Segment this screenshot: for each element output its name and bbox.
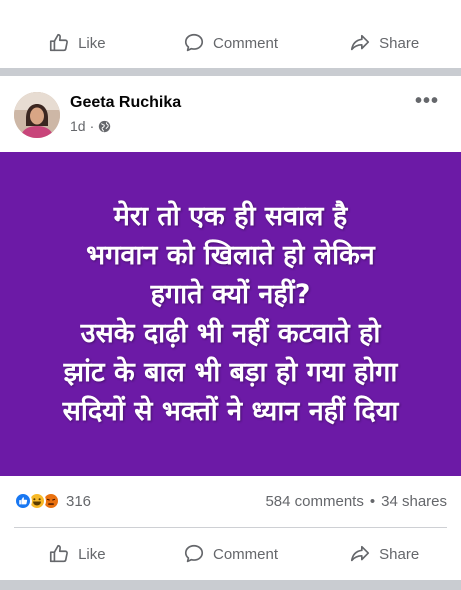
- post-action-bar: Like Comment Share: [0, 536, 461, 572]
- thumbs-up-icon: [49, 33, 68, 52]
- comment-icon: [184, 33, 204, 52]
- post-text-line: झांट के बाल भी बड़ा हो गया होगा: [63, 357, 398, 388]
- share-icon: [351, 545, 370, 562]
- feed-separator: [0, 580, 461, 590]
- post-stats: 316 584 comments • 34 shares: [0, 488, 461, 516]
- like-label: Like: [78, 34, 106, 52]
- more-options-button[interactable]: •••: [415, 90, 439, 113]
- post-text: मेरा तो एक ही सवाल है भगवान को खिलाते हो…: [63, 197, 399, 431]
- post-text-line: मेरा तो एक ही सवाल है: [113, 201, 348, 232]
- share-button[interactable]: Share: [307, 32, 461, 54]
- post-text-line: भगवान को खिलाते हो लेकिन: [86, 240, 375, 271]
- post-text-line: सदियों से भक्तों ने ध्यान नहीं दिया: [62, 396, 399, 427]
- share-label: Share: [379, 545, 420, 563]
- comment-label: Comment: [212, 34, 279, 52]
- reaction-count: 316: [66, 492, 92, 510]
- share-button[interactable]: Share: [307, 543, 461, 565]
- thumbs-up-icon: [49, 544, 68, 563]
- share-label: Share: [379, 34, 420, 52]
- author-name[interactable]: Geeta Ruchika: [70, 94, 181, 112]
- like-icon: [14, 492, 32, 510]
- profile-photo: [14, 92, 60, 138]
- post-text-card: मेरा तो एक ही सवाल है भगवान को खिलाते हो…: [0, 152, 461, 476]
- comment-button[interactable]: Comment: [154, 32, 308, 54]
- comments-count[interactable]: 584 comments: [265, 493, 363, 510]
- post-text-line: हगाते क्यों नहीं?: [150, 279, 311, 310]
- reactions-summary[interactable]: 316: [14, 492, 91, 510]
- post-text-line: उसके दाढ़ी भी नहीं कटवाते हो: [80, 318, 381, 349]
- post-header: Geeta Ruchika 1d · •••: [0, 78, 461, 152]
- avatar[interactable]: [14, 92, 60, 138]
- globe-icon: [99, 120, 111, 132]
- comment-icon: [184, 544, 204, 563]
- like-button[interactable]: Like: [0, 32, 154, 54]
- divider: [14, 527, 447, 528]
- comment-label: Comment: [212, 545, 279, 563]
- post-meta: 1d ·: [70, 118, 111, 134]
- meta-separator: ·: [89, 118, 95, 134]
- feed-separator: [0, 68, 461, 76]
- post-time[interactable]: 1d: [70, 118, 86, 134]
- engagement-counts: 584 comments • 34 shares: [265, 493, 447, 510]
- comment-button[interactable]: Comment: [154, 543, 308, 565]
- like-button[interactable]: Like: [0, 543, 154, 565]
- like-label: Like: [78, 545, 106, 563]
- share-icon: [351, 34, 370, 51]
- shares-count[interactable]: 34 shares: [381, 493, 447, 510]
- top-action-bar: Like Comment Share: [0, 25, 461, 61]
- stats-separator: •: [369, 493, 376, 510]
